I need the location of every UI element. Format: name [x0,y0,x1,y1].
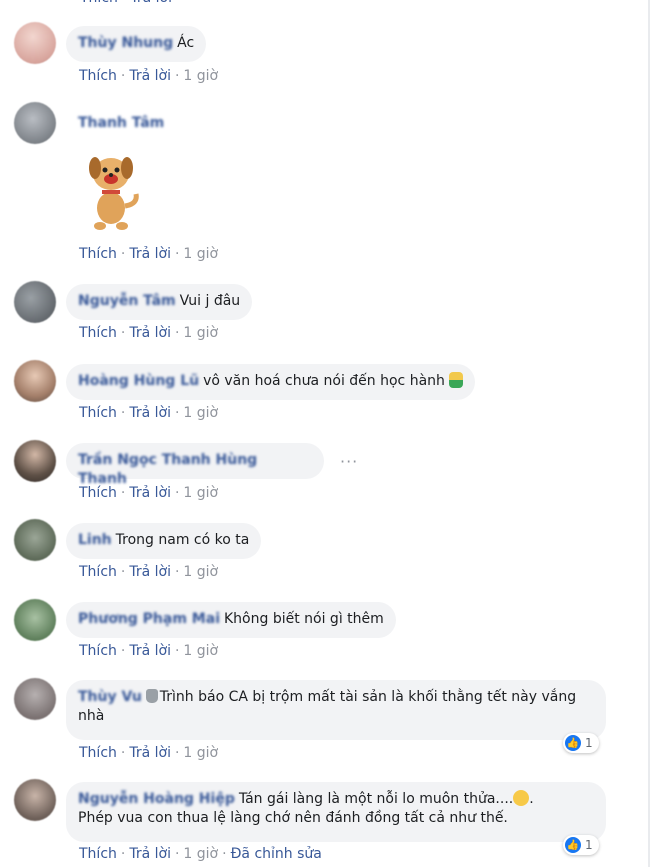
like-link[interactable]: Thích [79,405,117,421]
timestamp[interactable]: 1 giờ [183,846,218,862]
commenter-name[interactable]: Linh [78,532,112,548]
comment-text: Không biết nói gì thêm [224,611,384,627]
comment-text-line2: Phép vua con thua lệ làng chớ nên đánh đ… [78,810,508,826]
like-reaction-icon: 👍 [565,837,581,853]
timestamp[interactable]: 1 giờ [183,246,218,262]
comment-text: Trong nam có ko ta [115,532,250,548]
commenter-name[interactable]: Thùy Vu [78,689,142,705]
comment-bubble: Trần Ngọc Thanh Hùng Thanh [66,443,324,487]
comment-bubble: Nguyễn Hoàng Hiệp Tán gái làng là một nỗi… [66,782,606,842]
reply-link[interactable]: Trả lời [129,405,171,421]
commenter-name[interactable]: Nguyễn Tâm [78,293,176,309]
timestamp[interactable]: 1 giờ [183,745,218,761]
timestamp[interactable]: 1 giờ [183,485,218,501]
reply-link[interactable]: Trả lời [129,643,171,659]
avatar[interactable] [14,440,56,482]
more-options-icon[interactable]: ··· [340,452,358,471]
avatar[interactable] [14,599,56,641]
comment-text: Ác [177,35,195,51]
timestamp[interactable]: 1 giờ [183,405,218,421]
comment-text: Tán gái làng là một nỗi lo muôn thửa.... [238,791,514,807]
timestamp[interactable]: 1 giờ [183,68,218,84]
comment-text: Vui j đâu [179,293,241,309]
reply-link[interactable]: Trả lời [129,68,171,84]
comment-bubble: Phương Phạm Mai Không biết nói gì thêm [66,602,396,638]
reaction-count[interactable]: 👍 1 [563,835,599,855]
reply-link[interactable]: Trả lời [130,0,172,6]
commenter-name[interactable]: Thanh Tâm [78,115,164,131]
comment-bubble: Nguyễn Tâm Vui j đâu [66,284,253,320]
like-link[interactable]: Thích [79,485,117,501]
timestamp[interactable]: 1 giờ [183,643,218,659]
reply-link[interactable]: Trả lời [129,485,171,501]
like-link[interactable]: Thích [79,643,117,659]
avatar[interactable] [14,519,56,561]
like-link[interactable]: Thích [79,68,117,84]
person-gesturing-icon [449,372,464,388]
commenter-name[interactable]: Trần Ngọc Thanh Hùng Thanh [78,452,257,487]
commenter-name[interactable]: Phương Phạm Mai [78,611,220,627]
raised-hand-icon [145,689,158,703]
comment-bubble: Thùy Nhung Ác [66,26,207,62]
dog-sticker-icon [89,157,139,230]
comment-bubble: Thùy Vu Trình báo CA bị trộm mất tài sản … [66,680,606,740]
commenter-name[interactable]: Hoàng Hùng Lũ [78,373,199,389]
like-link[interactable]: Thích [79,246,117,262]
reply-link[interactable]: Trả lời [129,745,171,761]
avatar[interactable] [14,102,56,144]
reply-link[interactable]: Trả lời [129,246,171,262]
comment-bubble: Thanh Tâm [66,110,180,140]
commenter-name[interactable]: Thùy Nhung [78,35,173,51]
timestamp[interactable]: 1 giờ [183,325,218,341]
avatar[interactable] [14,281,56,323]
avatar[interactable] [14,678,56,720]
flushed-face-icon [513,790,530,806]
avatar[interactable] [14,22,56,64]
like-link[interactable]: Thích [79,745,117,761]
comment-bubble: Linh Trong nam có ko ta [66,523,262,559]
comment-text: vô văn hoá chưa nói đến học hành [203,373,445,389]
edited-label[interactable]: Đã chỉnh sửa [231,846,322,862]
reply-link[interactable]: Trả lời [129,325,171,341]
like-link[interactable]: Thích [79,564,117,580]
commenter-name[interactable]: Nguyễn Hoàng Hiệp [78,791,235,807]
like-link[interactable]: Thích [80,0,118,6]
like-reaction-icon: 👍 [565,735,581,751]
previous-comment-actions: Thích·Trả lời [0,0,650,12]
like-link[interactable]: Thích [79,325,117,341]
avatar[interactable] [14,779,56,821]
like-link[interactable]: Thích [79,846,117,862]
comment-bubble: Hoàng Hùng Lũ vô văn hoá chưa nói đến học… [66,364,476,400]
reply-link[interactable]: Trả lời [129,564,171,580]
avatar[interactable] [14,360,56,402]
reply-link[interactable]: Trả lời [129,846,171,862]
timestamp[interactable]: 1 giờ [183,564,218,580]
reaction-count[interactable]: 👍 1 [563,733,599,753]
